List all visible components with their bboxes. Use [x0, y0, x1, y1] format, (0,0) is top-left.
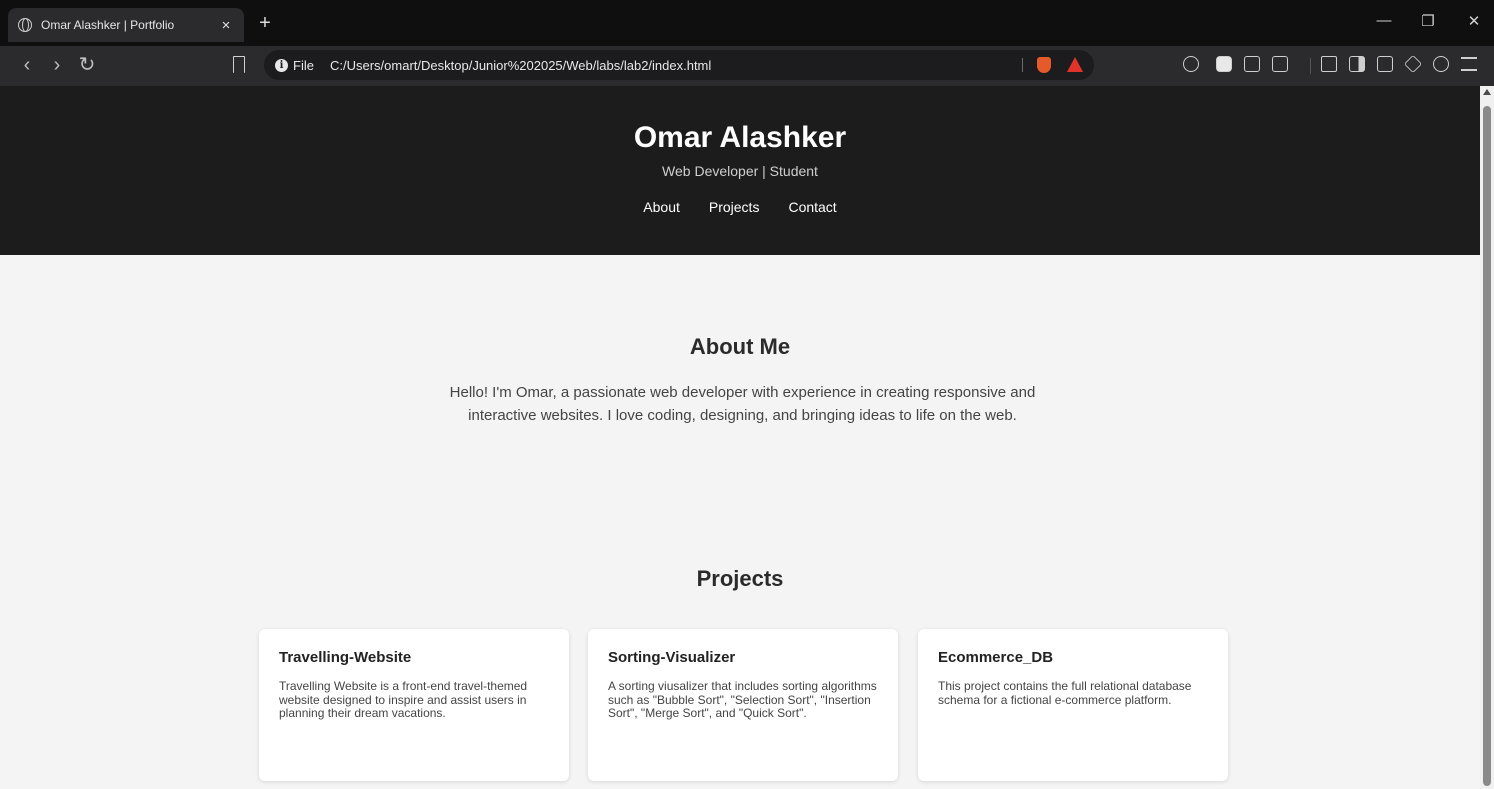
page-viewport: Omar Alashker Web Developer | Student Ab… — [0, 86, 1480, 789]
address-bar[interactable]: i File C:/Users/omart/Desktop/Junior%202… — [264, 50, 1094, 80]
extension-play-icon[interactable] — [1216, 56, 1232, 72]
nav-link-contact[interactable]: Contact — [788, 199, 836, 215]
close-tab-icon[interactable]: × — [218, 17, 234, 34]
site-name: Omar Alashker — [633, 121, 847, 154]
tab-title: Omar Alashker | Portfolio — [41, 18, 175, 32]
project-title: Sorting-Visualizer — [608, 649, 736, 666]
scheme-label: File — [293, 58, 314, 73]
close-window-button[interactable]: ✕ — [1462, 12, 1486, 30]
project-title: Travelling-Website — [279, 649, 412, 666]
extensions-puzzle-icon[interactable] — [1244, 56, 1260, 72]
globe-icon — [18, 18, 32, 32]
project-description: A sorting viusalizer that includes sorti… — [608, 679, 877, 720]
restore-button[interactable]: ❐ — [1416, 12, 1440, 30]
wallet-icon[interactable] — [1377, 56, 1393, 72]
site-header: Omar Alashker Web Developer | Student Ab… — [0, 86, 1480, 255]
scroll-thumb[interactable] — [1483, 106, 1491, 786]
back-button[interactable]: ‹ — [14, 52, 40, 78]
reload-button[interactable]: ↻ — [74, 52, 100, 78]
screenshot-icon[interactable] — [1272, 56, 1288, 72]
menu-icon[interactable] — [1461, 57, 1477, 71]
browser-tab[interactable]: Omar Alashker | Portfolio × — [8, 8, 244, 42]
projects-heading: Projects — [696, 566, 784, 591]
project-description: Travelling Website is a front-end travel… — [279, 679, 528, 720]
project-card: Travelling-Website Travelling Website is… — [259, 629, 569, 781]
project-card: Sorting-Visualizer A sorting viusalizer … — [588, 629, 898, 781]
leo-ai-icon[interactable] — [1403, 54, 1423, 74]
url-text[interactable]: C:/Users/omart/Desktop/Junior%202025/Web… — [330, 58, 711, 73]
vertical-scrollbar[interactable] — [1480, 86, 1494, 789]
new-tab-button[interactable]: + — [254, 12, 276, 35]
vpn-icon[interactable] — [1433, 56, 1449, 72]
project-description: This project contains the full relationa… — [938, 679, 1192, 707]
browser-tab-strip: Omar Alashker | Portfolio × + — ❐ ✕ — [0, 0, 1494, 46]
bookmark-icon[interactable] — [233, 56, 245, 73]
about-text: Hello! I'm Omar, a passionate web develo… — [449, 384, 1036, 424]
project-title: Ecommerce_DB — [938, 649, 1054, 666]
site-tagline: Web Developer | Student — [662, 163, 818, 179]
sidebar-icon[interactable] — [1349, 56, 1365, 72]
scroll-up-arrow-icon[interactable] — [1483, 89, 1491, 95]
nav-link-projects[interactable]: Projects — [709, 199, 760, 215]
minimize-button[interactable]: — — [1372, 12, 1396, 29]
brave-rewards-icon[interactable] — [1067, 57, 1083, 72]
info-icon[interactable]: i — [275, 59, 288, 72]
nav-link-about[interactable]: About — [643, 199, 680, 215]
forward-button[interactable]: › — [44, 52, 70, 78]
site-nav: About Projects Contact — [0, 199, 1480, 215]
browser-toolbar: ‹ › ↻ i File C:/Users/omart/Desktop/Juni… — [0, 46, 1494, 86]
extension-glasses-icon[interactable] — [1183, 56, 1199, 72]
toolbar-divider — [1310, 58, 1311, 74]
media-icon[interactable] — [1321, 56, 1337, 72]
brave-shields-icon[interactable] — [1037, 57, 1051, 73]
about-heading: About Me — [689, 334, 791, 359]
project-card: Ecommerce_DB This project contains the f… — [918, 629, 1228, 781]
omnibox-divider — [1022, 58, 1023, 72]
